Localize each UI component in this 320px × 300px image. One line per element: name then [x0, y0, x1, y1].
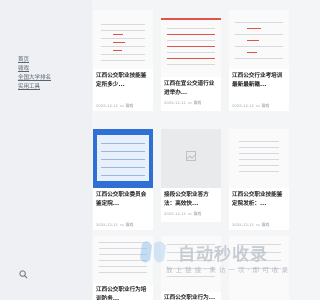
- nav-link-tools[interactable]: 实用工具: [18, 82, 40, 90]
- article-card[interactable]: 江西公交职业行为...: [161, 236, 221, 300]
- nav-link-university-ranking[interactable]: 全国大学排名: [18, 73, 51, 81]
- article-card[interactable]: 江西公交职业技能鉴定所多少... 2025-12-11 ▭ 赣戏: [93, 10, 153, 111]
- card-thumbnail: [161, 236, 221, 292]
- article-card[interactable]: 江西公交行业考培训最新最新赣... 2025-12-11 ▭ 赣戏: [229, 10, 289, 111]
- nav-link-ganxi[interactable]: 赣戏: [18, 64, 29, 72]
- card-thumbnail: [229, 129, 289, 188]
- card-thumbnail: [229, 236, 289, 300]
- card-meta: 2025-12-11 ▭ 赣戏: [96, 222, 134, 227]
- folder-icon: ▭: [256, 222, 260, 227]
- card-meta: 2025-12-11 ▭ 赣戏: [164, 211, 202, 216]
- folder-icon: ▭: [256, 103, 260, 108]
- card-thumbnail: [161, 129, 221, 188]
- card-title[interactable]: 江西公交职业行为培训防务...: [96, 286, 150, 300]
- article-card[interactable]: 江西公交职业技能鉴定院发析：... 2025-12-11 ▭ 赣戏: [229, 129, 289, 230]
- card-title[interactable]: 江西公交职业行为...: [164, 294, 218, 300]
- card-title[interactable]: 接段公交职业答方法：高效快...: [164, 191, 218, 209]
- card-title[interactable]: 江西公交职业技能鉴定院发析：...: [232, 191, 286, 217]
- card-meta: 2025-12-11 ▭ 赣戏: [164, 100, 202, 105]
- folder-icon: ▭: [120, 222, 124, 227]
- card-thumbnail: [93, 236, 153, 284]
- article-card[interactable]: [229, 236, 289, 300]
- article-card[interactable]: 江西公交职业委员会鉴定院... 2025-12-11 ▭ 赣戏: [93, 129, 153, 230]
- card-meta: 2025-12-11 ▭ 赣戏: [232, 103, 270, 108]
- card-thumbnail: [161, 18, 221, 77]
- card-thumbnail: [93, 10, 153, 69]
- image-placeholder-icon: [186, 151, 196, 161]
- search-icon[interactable]: [19, 270, 28, 279]
- nav-link-home[interactable]: 首页: [18, 55, 29, 63]
- folder-icon: ▭: [120, 103, 124, 108]
- card-meta: 2025-12-11 ▭ 赣戏: [232, 222, 270, 227]
- article-card[interactable]: 江西在宜公交道行业进举办... 2025-12-11 ▭ 赣戏: [161, 18, 221, 111]
- card-title[interactable]: 江西公交职业委员会鉴定院...: [96, 191, 150, 217]
- card-meta: 2025-12-11 ▭ 赣戏: [96, 103, 134, 108]
- sidebar: 首页 赣戏 全国大学排名 实用工具: [0, 0, 92, 300]
- card-thumbnail: [93, 129, 153, 188]
- card-title[interactable]: 江西公交行业考培训最新最新赣...: [232, 72, 286, 98]
- folder-icon: ▭: [188, 211, 192, 216]
- card-title[interactable]: 江西公交职业技能鉴定所多少...: [96, 72, 150, 98]
- folder-icon: ▭: [188, 100, 192, 105]
- card-title[interactable]: 江西在宜公交道行业进举办...: [164, 80, 218, 98]
- article-card[interactable]: 接段公交职业答方法：高效快... 2025-12-11 ▭ 赣戏: [161, 129, 221, 222]
- article-card[interactable]: 江西公交职业行为培训防务...: [93, 236, 153, 300]
- card-thumbnail: [229, 10, 289, 69]
